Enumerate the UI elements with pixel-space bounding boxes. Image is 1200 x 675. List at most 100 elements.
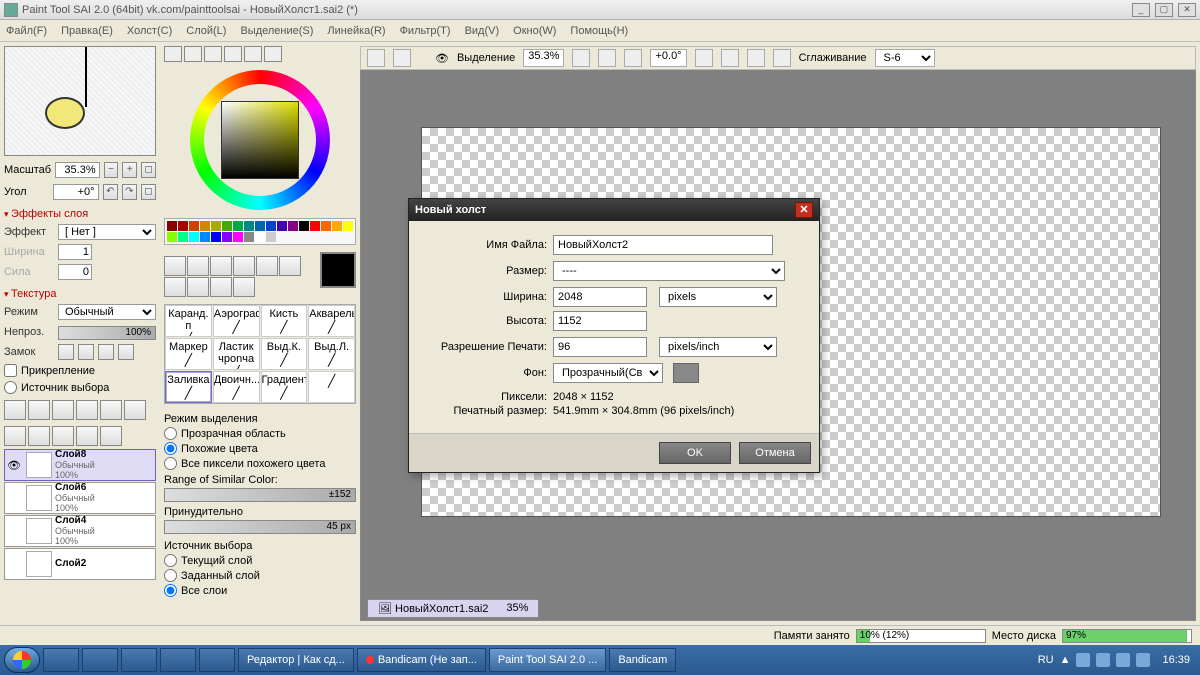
angle-cw-button[interactable]: ↷: [122, 184, 137, 200]
selmode-transparent-radio[interactable]: [164, 427, 177, 440]
foreground-color[interactable]: [320, 252, 356, 288]
mixer-icon[interactable]: [224, 46, 242, 62]
document-tab[interactable]: 🖼 НовыйХолст1.sai2 35%: [367, 599, 539, 618]
angle-reset-button[interactable]: ◻: [141, 184, 156, 200]
swatch[interactable]: [255, 221, 265, 231]
scale-plus-button[interactable]: +: [122, 162, 137, 178]
hsv-slider-icon[interactable]: [204, 46, 222, 62]
taskbar-item[interactable]: Bandicam (Не зап...: [357, 648, 486, 672]
smoothing-select[interactable]: S-6: [875, 49, 935, 67]
swatch[interactable]: [288, 221, 298, 231]
scale-minus-button[interactable]: −: [104, 162, 119, 178]
eyedropper-tool[interactable]: [233, 277, 255, 297]
minimize-button[interactable]: _: [1132, 3, 1150, 17]
magic-wand-tool[interactable]: [210, 256, 232, 276]
brush-Каранд. п[interactable]: Каранд. п╱: [165, 305, 212, 337]
src-specified-radio[interactable]: [164, 569, 177, 582]
resolution-input[interactable]: [553, 337, 647, 357]
lasso-tool[interactable]: [187, 256, 209, 276]
brush-Градиент[interactable]: Градиент╱: [261, 371, 308, 403]
tray-icon-2[interactable]: [1096, 653, 1110, 667]
layer-item[interactable]: 👁Слой8Обычный100%: [4, 449, 156, 481]
effect-select[interactable]: [ Нет ]: [58, 224, 156, 240]
menu-окноw[interactable]: Окно(W): [513, 25, 556, 37]
pinned-explorer[interactable]: [43, 648, 79, 672]
swatch[interactable]: [222, 221, 232, 231]
menu-правкаe[interactable]: Правка(E): [61, 25, 113, 37]
selmode-allsimilar-radio[interactable]: [164, 457, 177, 470]
width-input[interactable]: [553, 287, 647, 307]
clock[interactable]: 16:39: [1156, 654, 1196, 666]
brush-Заливка[interactable]: Заливка╱: [165, 371, 212, 403]
swatch[interactable]: [211, 232, 221, 242]
src-current-radio[interactable]: [164, 554, 177, 567]
pin-checkbox[interactable]: [4, 364, 17, 377]
brush-Выд.К.[interactable]: Выд.К.╱: [261, 338, 308, 370]
canvas-angle-value[interactable]: +0.0°: [650, 49, 686, 67]
brush-empty[interactable]: ╱: [308, 371, 355, 403]
swatch[interactable]: [200, 221, 210, 231]
maximize-button[interactable]: ▢: [1155, 3, 1173, 17]
swatch[interactable]: [211, 221, 221, 231]
brush-Выд.Л.[interactable]: Выд.Л.╱: [308, 338, 355, 370]
swatch[interactable]: [189, 221, 199, 231]
swatch[interactable]: [189, 232, 199, 242]
angle-ccw-button[interactable]: ↶: [103, 184, 118, 200]
swatch[interactable]: [266, 221, 276, 231]
dialog-close-button[interactable]: ✕: [795, 202, 813, 218]
swatch[interactable]: [310, 221, 320, 231]
texture-header[interactable]: Текстура: [4, 288, 156, 300]
swatch[interactable]: [255, 232, 265, 242]
resolution-unit-select[interactable]: pixels/inch: [659, 337, 777, 357]
range-slider[interactable]: ±152: [164, 488, 356, 502]
new-folder-button[interactable]: [52, 400, 74, 420]
swatch[interactable]: [343, 221, 353, 231]
swatch[interactable]: [277, 221, 287, 231]
tray-icon-3[interactable]: [1116, 653, 1130, 667]
merge-down-button[interactable]: [4, 426, 26, 446]
menu-фильтрt[interactable]: Фильтр(T): [400, 25, 451, 37]
zoom-out-button[interactable]: [572, 49, 590, 67]
move-tool[interactable]: [279, 256, 301, 276]
swatch[interactable]: [244, 232, 254, 242]
menu-файлf[interactable]: Файл(F): [6, 25, 47, 37]
start-button[interactable]: [4, 647, 40, 673]
zoom-fit-button[interactable]: [624, 49, 642, 67]
scale-value[interactable]: 35.3%: [55, 162, 100, 178]
menu-линейкаr[interactable]: Линейка(R): [327, 25, 385, 37]
menu-выделениеs[interactable]: Выделение(S): [240, 25, 313, 37]
filename-input[interactable]: [553, 235, 773, 255]
pinned-browser[interactable]: [82, 648, 118, 672]
zoom-in-button[interactable]: [598, 49, 616, 67]
rgb-slider-icon[interactable]: [184, 46, 202, 62]
menu-холстc[interactable]: Холст(C): [127, 25, 172, 37]
swatch[interactable]: [222, 232, 232, 242]
layer-item[interactable]: Слой2: [4, 548, 156, 580]
menu-помощьh[interactable]: Помощь(H): [570, 25, 628, 37]
layer-visibility-icon[interactable]: 👁: [5, 459, 23, 472]
tray-icon-1[interactable]: [1076, 653, 1090, 667]
scratchpad-icon[interactable]: [264, 46, 282, 62]
language-indicator[interactable]: RU: [1038, 654, 1054, 666]
lock-button-3[interactable]: [98, 344, 114, 360]
ok-button[interactable]: OK: [659, 442, 731, 464]
delete-layer-button[interactable]: [100, 400, 122, 420]
bg-select[interactable]: Прозрачный(Свет: [553, 363, 663, 383]
transfer-down-button[interactable]: [28, 426, 50, 446]
rotate-cw-button[interactable]: [721, 49, 739, 67]
blend-mode-select[interactable]: Обычный: [58, 304, 156, 320]
swatch[interactable]: [233, 232, 243, 242]
lock-button-4[interactable]: [118, 344, 134, 360]
swatch[interactable]: [233, 221, 243, 231]
layer-effects-header[interactable]: Эффекты слоя: [4, 208, 156, 220]
swatches-icon[interactable]: [244, 46, 262, 62]
swatch[interactable]: [244, 221, 254, 231]
brush-Маркер[interactable]: Маркер╱: [165, 338, 212, 370]
swatch[interactable]: [167, 232, 177, 242]
flatten-button[interactable]: [52, 426, 74, 446]
swatch[interactable]: [200, 232, 210, 242]
layer-item[interactable]: Слой6Обычный100%: [4, 482, 156, 514]
color-wheel[interactable]: [190, 70, 330, 210]
layer-misc-button[interactable]: [100, 426, 122, 446]
new-linework-button[interactable]: [28, 400, 50, 420]
